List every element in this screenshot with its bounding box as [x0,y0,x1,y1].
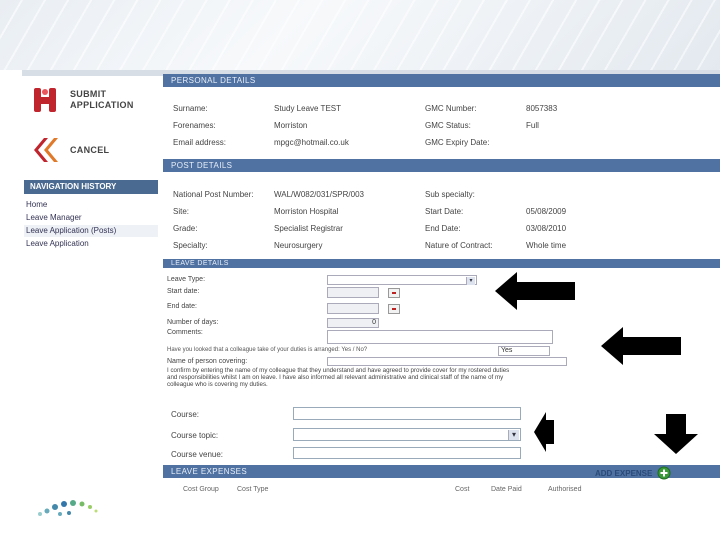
cover-name-input[interactable] [327,357,567,366]
grade-value: Specialist Registrar [274,224,343,233]
sub-specialty-label: Sub specialty: [425,190,475,199]
end-date-value: 03/08/2010 [526,224,567,233]
add-expense-button[interactable]: ADD EXPENSE [595,466,671,480]
email-value: mpgc@hotmail.co.uk [274,138,349,147]
leave-type-select[interactable]: ▾ [327,275,477,285]
chevron-down-icon: ▾ [508,430,519,440]
submit-application-button[interactable]: SUBMIT APPLICATION [32,86,142,114]
chevron-down-icon: ▾ [466,277,475,285]
submit-application-label: SUBMIT APPLICATION [70,89,134,110]
course-venue-label: Course venue: [171,450,224,459]
site-value: Morriston Hospital [274,207,339,216]
cover-question: Have you looked that a colleague take of… [167,347,368,353]
gmc-status-label: GMC Status: [425,121,471,130]
cover-name-label: Name of person covering: [167,358,248,365]
surname-label: Surname: [173,104,208,113]
cancel-label: CANCEL [70,144,110,155]
forenames-value: Morriston [274,121,308,130]
arrow-left-icon [534,412,554,452]
leave-type-label: Leave Type: [167,276,206,283]
header-banner [0,0,720,70]
arrow-left-icon [601,327,681,365]
site-label: Site: [173,207,190,216]
comments-label: Comments: [167,329,203,336]
column-cost: Cost [455,486,470,493]
leave-details-heading: LEAVE DETAILS [163,259,720,268]
specialty-label: Specialty: [173,241,208,250]
navigation-history-heading: NAVIGATION HISTORY [24,180,158,194]
calendar-icon[interactable] [388,304,400,314]
confirm-text-2: and responsibilities whilst I am on leav… [167,374,504,381]
contract-value: Whole time [526,241,567,250]
cancel-button[interactable]: CANCEL [32,136,109,164]
national-post-value: WAL/W082/031/SPR/003 [274,190,364,199]
cover-select-value: Yes [501,347,513,354]
nav-item-home[interactable]: Home [24,199,158,211]
number-of-days-input[interactable]: 0 [327,318,379,328]
nav-item-leave-manager[interactable]: Leave Manager [24,212,158,224]
column-cost-group: Cost Group [183,486,219,493]
number-of-days-label: Number of days: [167,319,219,326]
end-date-label: End Date: [425,224,461,233]
column-authorised: Authorised [548,486,582,493]
post-details-heading: POST DETAILS [163,159,720,172]
contract-label: Nature of Contract: [425,241,493,250]
national-post-label: National Post Number: [173,190,254,199]
cancel-icon [34,138,58,162]
logo-dots-icon [38,500,98,516]
leave-start-label: Start date: [167,288,200,295]
course-venue-input[interactable] [293,447,521,459]
leave-end-label: End date: [167,303,197,310]
leave-start-date-input[interactable] [327,287,379,298]
specialty-value: Neurosurgery [274,241,323,250]
personal-details-heading: PERSONAL DETAILS [163,74,720,87]
cover-select[interactable]: Yes [498,346,550,356]
nav-item-leave-application[interactable]: Leave Application [24,238,158,250]
add-expense-label: ADD EXPENSE [595,468,653,478]
add-icon [657,466,671,480]
leave-end-date-input[interactable] [327,303,379,314]
comments-input[interactable] [327,330,553,344]
forenames-label: Forenames: [173,121,216,130]
confirm-text-1: I confirm by entering the name of my col… [167,367,510,374]
start-date-value: 05/08/2009 [526,207,567,216]
gmc-status-value: Full [526,121,539,130]
calendar-icon[interactable] [388,288,400,298]
sidebar: SUBMIT APPLICATION CANCEL NAVIGATION HIS… [22,78,158,540]
surname-value: Study Leave TEST [274,104,341,113]
grade-label: Grade: [173,224,198,233]
start-date-label: Start Date: [425,207,464,216]
course-input[interactable] [293,407,521,420]
gmc-number-label: GMC Number: [425,104,477,113]
course-topic-select[interactable]: ▾ [293,428,521,441]
arrow-down-icon [654,414,698,454]
arrow-left-icon [495,272,575,310]
nav-item-leave-application-posts[interactable]: Leave Application (Posts) [24,225,158,237]
column-cost-type: Cost Type [237,486,269,493]
email-label: Email address: [173,138,226,147]
course-label: Course: [171,410,200,419]
gmc-number-value: 8057383 [526,104,558,113]
confirm-text-3: colleague who is covering my duties. [167,381,268,388]
submit-application-icon [34,88,56,112]
column-date-paid: Date Paid [491,486,522,493]
course-topic-label: Course topic: [171,431,219,440]
gmc-expiry-label: GMC Expiry Date: [425,138,490,147]
